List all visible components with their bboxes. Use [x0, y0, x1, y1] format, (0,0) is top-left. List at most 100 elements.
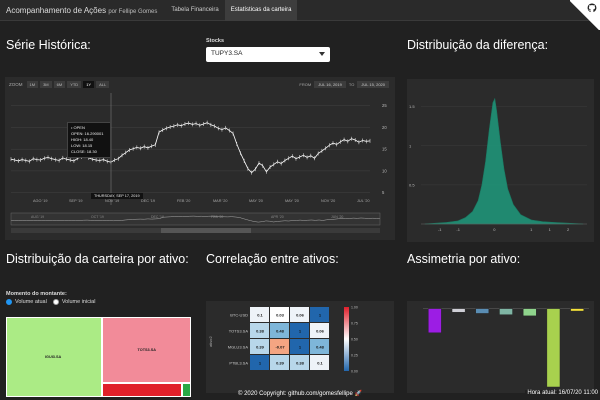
difference-density-chart: 1.5 1 0.5 -1 -1 0 1 1 2 — [407, 79, 594, 242]
heatmap-row-label: MGLU3.SA — [228, 345, 249, 350]
skew-bar — [522, 308, 537, 317]
radio-volume-atual-label: Volume atual — [15, 299, 47, 305]
section-title-assimetria: Assimetria por ativo: — [407, 252, 521, 266]
stocks-select[interactable]: TUPY3.SA — [206, 47, 330, 62]
navigator-tick-label: JUN '20 — [331, 215, 343, 219]
navigator-tick-label: DEC '19 — [151, 215, 164, 219]
x-tick-label: MAY '20 — [249, 199, 263, 203]
heatmap-cell-value: 0.03 — [276, 313, 285, 318]
skew-bar — [428, 308, 442, 333]
montante-label: Momento do montante: — [6, 291, 67, 297]
heatmap-cell-value: 0.48 — [316, 345, 325, 350]
top-navbar: Acompanhamento de Ações por Fellipe Gome… — [0, 0, 600, 21]
github-corner-link[interactable] — [570, 0, 600, 30]
stocks-select-label: Stocks — [206, 38, 225, 44]
section-title-distribuicao-diferenca: Distribuição da diferença: — [407, 38, 549, 52]
rocket-icon: 🚀 — [354, 391, 362, 397]
navigator-scroll-thumb — [161, 228, 251, 233]
heatmap-cell-value: 0.06 — [296, 313, 305, 318]
x-tick-label: 0 — [493, 227, 496, 232]
density-plot-area: 1.5 1 0.5 -1 -1 0 1 1 2 — [409, 97, 587, 232]
x-tick-label: JUL '20 — [357, 199, 370, 203]
heatmap-y-axis-title: ativo2 — [208, 336, 213, 347]
radio-volume-inicial[interactable] — [52, 299, 59, 305]
x-tick-label: NOV '20 — [321, 199, 335, 203]
tooltip-close: CLOSE: 18.30 — [71, 149, 97, 154]
treemap-tile-label: IGUI3.SA — [45, 355, 62, 359]
color-scale-tick: 0.50 — [351, 338, 358, 342]
tab-estatisticas[interactable]: Estatísticas da carteira — [224, 0, 298, 21]
x-tick-label: 1 — [549, 227, 552, 232]
color-scale-tick: 0.25 — [351, 354, 358, 358]
heatmap-cell-value: 0.39 — [276, 361, 285, 366]
heatmap-row-label: BTC-USD — [230, 313, 248, 318]
radio-volume-inicial-label: Volume inicial — [61, 299, 96, 305]
correlation-heatmap: ativo2 BTC-USD 0.1 0.03 0.06 1 TOTS3.SA 0.38 0.4… — [206, 301, 394, 393]
app-title: Acompanhamento de Ações — [6, 5, 107, 15]
x-tick-label: NOV '19 — [105, 199, 119, 203]
price-tooltip: • OPEN OPEN: 16.290001 HIGH: 18.40 LOW: … — [67, 122, 111, 158]
heatmap-row-label: TOTS3.SA — [229, 329, 249, 334]
crosshair-date-flag: THURSDAY, SEP 17, 2019 — [91, 193, 143, 199]
color-scale-tick: 0.00 — [351, 370, 358, 374]
montante-radio-group: Volume atual Volume inicial — [6, 299, 95, 305]
treemap-tile[interactable]: IGUI3.SA — [6, 317, 102, 397]
heatmap-cell-value: 0.39 — [256, 345, 265, 350]
section-title-correlacao: Correlação entre ativos: — [206, 252, 339, 266]
navigator-tick-label: OCT '19 — [91, 215, 104, 219]
heatmap-cell-value: -0.07 — [275, 345, 285, 350]
heatmap-cell-value: 0.06 — [316, 329, 325, 334]
app-brand[interactable]: Acompanhamento de Ações por Fellipe Gome… — [0, 6, 165, 15]
footer-copyright-text: © 2020 Copyright: github.com/gomesfellip… — [238, 391, 353, 397]
skew-bar — [475, 308, 490, 314]
skew-bar — [570, 308, 584, 312]
app-author: por Fellipe Gomes — [108, 8, 158, 15]
x-tick-label: MAY '20 — [285, 199, 299, 203]
heatmap-cell-value: 0.1 — [257, 313, 263, 318]
y-tick-label: 25 — [382, 103, 387, 108]
x-tick-label: SEP '19 — [69, 199, 83, 203]
stock-plot-area: 25 20 15 10 5 AGO '19 SEP '19 NOV '19 DEC '19 FEB… — [10, 93, 387, 233]
price-series-line — [10, 122, 371, 174]
navigator-tick-label: AUG '19 — [31, 215, 44, 219]
x-tick-label: DEC '19 — [141, 199, 155, 203]
skew-bar — [451, 308, 466, 313]
heatmap-plot-area: ativo2BTC-USD 0.1 0.03 0.06 1TOTS3.SA 0.38 0.4… — [208, 306, 358, 374]
color-scale-tick: 1.00 — [351, 306, 358, 310]
navigator-tick-label: APR '20 — [271, 215, 284, 219]
skewness-bar-chart — [407, 301, 594, 393]
radio-volume-atual[interactable] — [6, 299, 12, 305]
heatmap-color-scale — [344, 307, 349, 371]
y-tick-label: 10 — [382, 168, 387, 173]
stocks-select-value: TUPY3.SA — [211, 50, 243, 57]
navigator-tick-label: FEB '20 — [211, 215, 223, 219]
y-tick-label: 0.5 — [409, 182, 415, 187]
density-area — [424, 97, 584, 225]
heatmap-cell-value: 0.38 — [296, 361, 305, 366]
y-tick-label: 1.5 — [409, 104, 415, 109]
y-tick-label: 15 — [382, 147, 387, 152]
footer-copyright: © 2020 Copyright: github.com/gomesfellip… — [0, 390, 600, 400]
color-scale-tick: 0.75 — [351, 322, 358, 326]
section-title-distribuicao-carteira: Distribuição da carteira por ativo: — [6, 252, 189, 266]
portfolio-treemap[interactable]: IGUI3.SA TOTS3.SA — [6, 317, 191, 397]
y-tick-label: 5 — [382, 190, 385, 195]
stock-price-chart[interactable]: ZOOM 1M 3M 6M YTD 1Y ALL FROM JUL 16, 20… — [5, 77, 395, 240]
skew-bar — [546, 308, 561, 388]
x-tick-label: AGO '19 — [33, 199, 47, 203]
skew-plot-area — [423, 308, 589, 388]
y-tick-label: 1 — [409, 143, 412, 148]
treemap-tile[interactable]: TOTS3.SA — [102, 317, 191, 383]
section-title-serie-historica: Série Histórica: — [6, 38, 91, 52]
y-tick-label: 20 — [382, 125, 387, 130]
heatmap-cell-value: 0.1 — [317, 361, 323, 366]
x-tick-label: FEB '20 — [177, 199, 190, 203]
x-tick-label: 1 — [530, 227, 533, 232]
heatmap-cell-value: 0.38 — [256, 329, 265, 334]
x-tick-label: -1 — [438, 227, 442, 232]
skew-bar — [499, 308, 513, 315]
x-tick-label: -1 — [456, 227, 460, 232]
heatmap-cell-value: 0.48 — [276, 329, 285, 334]
x-tick-label: 2 — [567, 227, 570, 232]
tab-tabela-financeira[interactable]: Tabela Financeira — [165, 0, 224, 21]
